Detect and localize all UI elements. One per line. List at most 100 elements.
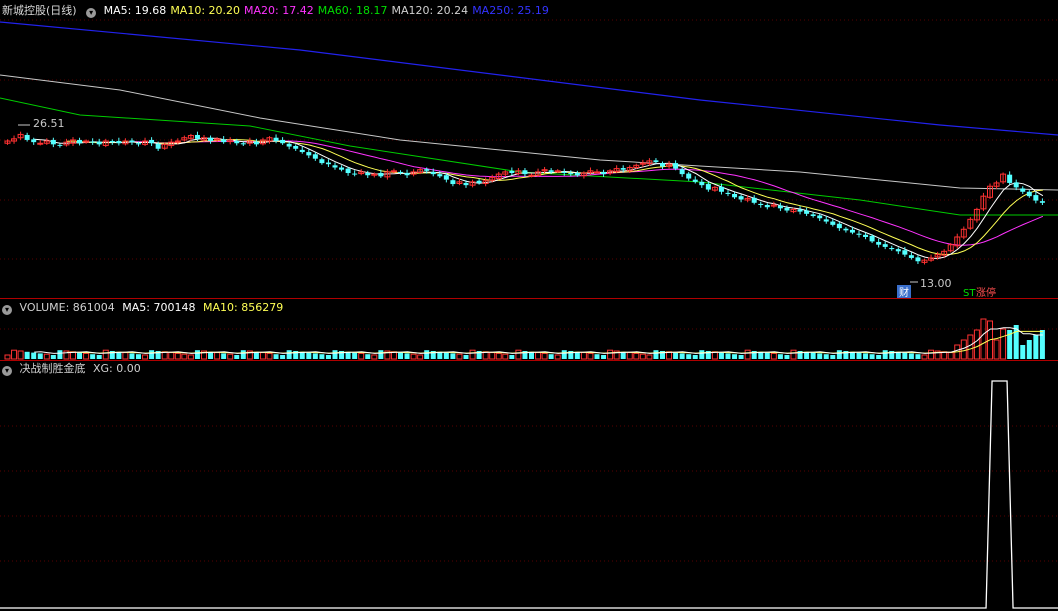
candle-body [725, 192, 731, 194]
cai-marker-label: 财 [899, 286, 909, 298]
candle-body [280, 139, 286, 144]
main-chart-pane: 新城控股(日线) ▾ MA5: 19.68 MA10: 20.20 MA20: 17… [0, 0, 1058, 298]
volume-bar [11, 349, 18, 360]
low-price-label: 13.00 [920, 277, 952, 290]
volume-bar [365, 354, 371, 359]
volume-bar [168, 352, 175, 360]
volume-bar [142, 354, 149, 360]
volume-bar [495, 352, 502, 360]
volume-bar [469, 349, 476, 360]
volume-bar [136, 354, 141, 359]
volume-bar [149, 350, 155, 359]
candle-body [273, 137, 279, 142]
volume-bar [830, 355, 836, 359]
volume-bar [960, 339, 967, 360]
chevron-down-icon[interactable]: ▾ [86, 8, 97, 18]
volume-bar [43, 353, 50, 360]
volume-bar [17, 350, 24, 360]
main-legend: 新城控股(日线) ▾ MA5: 19.68 MA10: 20.20 MA20: 17… [0, 3, 557, 19]
indicator-chart [0, 380, 1058, 609]
volume-bar [738, 355, 744, 359]
volume-bar [784, 355, 790, 359]
volume-bar [102, 349, 109, 360]
chevron-down-icon[interactable]: ▾ [2, 305, 12, 315]
volume-bar [921, 354, 928, 360]
candle-body [830, 221, 836, 225]
volume-bar [371, 354, 378, 360]
volume-bar [836, 350, 842, 359]
candle-body [1020, 188, 1026, 192]
candle-body [31, 139, 37, 143]
volume-bar [764, 352, 770, 359]
candle-body [1026, 191, 1032, 197]
pane-divider [0, 360, 1058, 361]
volume-bar [90, 354, 96, 359]
candle-body [620, 168, 626, 170]
volume-bar [561, 350, 567, 359]
volume-bar [489, 352, 496, 360]
volume-bar [817, 353, 823, 359]
candle-body [732, 193, 738, 198]
volume-bar [77, 352, 83, 359]
candle-body [365, 173, 371, 176]
candle-body [751, 197, 757, 203]
candle-body [332, 165, 338, 168]
volume-bar [4, 354, 11, 360]
volume-bar [973, 329, 980, 360]
ma-legend-item: MA5: 19.68 [103, 4, 167, 17]
candle-body [561, 171, 567, 174]
candle-body [686, 173, 692, 179]
candle-body [129, 140, 135, 143]
ma-legend-item: MA60: 18.17 [317, 4, 388, 17]
volume-bar [332, 350, 338, 359]
volume-bar [967, 334, 974, 360]
stock-title: 新城控股(日线) [2, 4, 77, 17]
volume-bar [410, 353, 417, 360]
volume-bar [1000, 328, 1007, 360]
chevron-down-icon[interactable]: ▾ [2, 366, 12, 376]
volume-bar [443, 352, 449, 359]
volume-bar [1020, 345, 1026, 359]
volume-bar [653, 350, 659, 359]
volume-bar [280, 355, 286, 359]
volume-bar [515, 349, 522, 360]
volume-bar [187, 354, 194, 360]
candle-body [810, 214, 816, 217]
volume-bar [358, 352, 365, 360]
volume-bar [810, 352, 816, 359]
candle-body [325, 162, 331, 165]
candle-body [817, 215, 823, 219]
candle-body [116, 141, 122, 144]
volume-ma5: MA5: 700148 [122, 301, 196, 314]
candle-body [352, 173, 358, 175]
volume-bar [424, 350, 430, 359]
volume-bar [686, 354, 692, 359]
candle-body [221, 139, 227, 143]
volume-bar [398, 352, 403, 359]
volume-bar [83, 352, 90, 360]
candle-body [849, 229, 855, 233]
candle-body [705, 184, 711, 190]
candle-body [194, 134, 200, 139]
candle-body [797, 209, 803, 212]
volume-bar [928, 349, 935, 360]
ma5-line [34, 137, 1044, 259]
ma-legend-item: MA250: 25.19 [472, 4, 549, 17]
volume-bar [404, 353, 410, 359]
candle-body [836, 223, 842, 229]
volume-bar [266, 352, 273, 360]
candle-body [240, 143, 246, 145]
volume-bar [214, 352, 221, 360]
volume-bar [554, 354, 561, 360]
volume-bar [993, 339, 1000, 360]
candle-body [424, 169, 430, 171]
candle-body [823, 219, 829, 222]
volume-bar [57, 350, 63, 359]
candle-body [895, 249, 901, 252]
volume-bar [633, 352, 640, 360]
volume-bar [823, 354, 829, 359]
candle-body [312, 154, 318, 159]
volume-bar [744, 349, 751, 360]
candle-body [37, 142, 44, 145]
candle-body [908, 255, 914, 258]
